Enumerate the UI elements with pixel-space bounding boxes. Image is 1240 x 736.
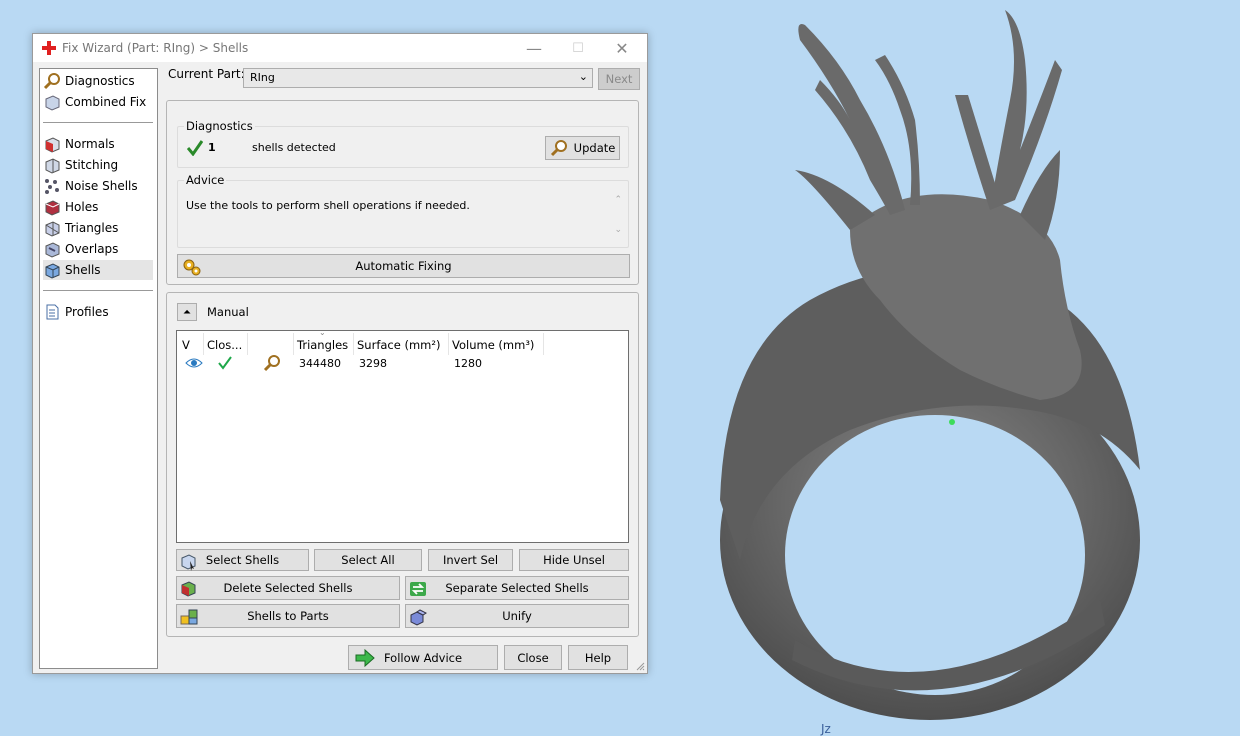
update-button[interactable]: Update [545, 136, 620, 160]
triangles-cell: 344480 [299, 357, 341, 370]
diagnostics-title: Diagnostics [184, 119, 255, 133]
sidebar-item-diagnostics[interactable]: Diagnostics [43, 71, 153, 91]
overlaps-icon [45, 242, 60, 258]
select-shells-icon [181, 554, 196, 571]
double-chevron-up-icon: ⏶ [183, 306, 191, 318]
shell-count: 1 [208, 141, 216, 154]
stitching-icon [45, 158, 60, 174]
fix-wizard-dialog: Fix Wizard (Part: RIng) > Shells — ☐ ✕ D… [32, 33, 648, 674]
check-icon [187, 140, 203, 156]
sidebar-item-stitching[interactable]: Stitching [43, 155, 153, 175]
wizard-sidebar: Diagnostics Combined Fix Normals Stitchi… [39, 68, 158, 669]
separate-shells-icon [410, 582, 426, 596]
advice-text: Use the tools to perform shell operation… [186, 199, 470, 212]
manual-title: Manual [207, 305, 249, 319]
volume-cell: 1280 [454, 357, 482, 370]
resize-grip-icon[interactable] [635, 661, 645, 671]
magnifier-icon [43, 73, 60, 90]
select-shells-button[interactable]: Select Shells [176, 549, 309, 571]
normals-icon [45, 137, 60, 153]
shells-to-parts-icon [180, 609, 198, 625]
profiles-icon [46, 304, 59, 320]
sidebar-item-normals[interactable]: Normals [43, 134, 153, 154]
sidebar-divider [43, 122, 153, 123]
separate-selected-shells-button[interactable]: Separate Selected Shells [405, 576, 629, 600]
surface-cell: 3298 [359, 357, 387, 370]
follow-advice-button[interactable]: Follow Advice [348, 645, 498, 670]
shells-to-parts-button[interactable]: Shells to Parts [176, 604, 400, 628]
invert-sel-button[interactable]: Invert Sel [428, 549, 513, 571]
column-header-visible[interactable]: V [179, 333, 204, 355]
triangles-icon [45, 221, 60, 237]
noise-shells-icon [45, 179, 59, 194]
sidebar-item-combined-fix[interactable]: Combined Fix [43, 92, 153, 112]
red-cross-icon [42, 41, 56, 55]
sidebar-item-shells[interactable]: Shells [43, 260, 153, 280]
shells-detected-text: shells detected [252, 141, 336, 154]
unify-button[interactable]: Unify [405, 604, 629, 628]
magnifier-icon[interactable] [263, 354, 281, 372]
diagnostics-panel: Diagnostics 1 shells detected Update Adv… [166, 100, 639, 285]
sort-indicator-icon: ⌄ [319, 328, 326, 337]
gears-icon [183, 259, 201, 276]
select-all-button[interactable]: Select All [314, 549, 422, 571]
chevron-down-icon: ⌄ [578, 70, 588, 83]
scroll-up-icon[interactable]: ⌃ [614, 195, 622, 205]
close-window-button[interactable]: ✕ [599, 34, 645, 62]
advice-group: Advice Use the tools to perform shell op… [177, 173, 629, 248]
sidebar-item-noise-shells[interactable]: Noise Shells [43, 176, 153, 196]
current-part-value: RIng [250, 71, 275, 84]
green-arrow-icon [355, 649, 375, 667]
minimize-button[interactable]: — [511, 34, 557, 62]
column-header-closed[interactable]: Clos... [204, 333, 248, 355]
shells-table[interactable]: V Clos... Triangles ⌄ Surface (mm²) Volu… [176, 328, 629, 543]
close-button[interactable]: Close [504, 645, 562, 670]
sidebar-item-overlaps[interactable]: Overlaps [43, 239, 153, 259]
table-row[interactable]: 344480 3298 1280 [179, 353, 628, 373]
unify-icon [410, 609, 427, 626]
delete-shell-icon [181, 581, 196, 597]
column-header-zoom[interactable] [248, 333, 294, 355]
help-button[interactable]: Help [568, 645, 628, 670]
column-header-volume[interactable]: Volume (mm³) [449, 333, 544, 355]
scroll-down-icon[interactable]: ⌄ [614, 225, 622, 235]
sidebar-item-triangles[interactable]: Triangles [43, 218, 153, 238]
current-part-label: Current Part: [168, 67, 245, 81]
automatic-fixing-button[interactable]: Automatic Fixing [177, 254, 630, 278]
collapse-manual-button[interactable]: ⏶ [177, 303, 197, 321]
title-bar[interactable]: Fix Wizard (Part: RIng) > Shells — ☐ ✕ [33, 34, 647, 62]
axis-label: Jz [821, 722, 831, 736]
holes-icon [45, 200, 60, 216]
sidebar-item-holes[interactable]: Holes [43, 197, 153, 217]
delete-selected-shells-button[interactable]: Delete Selected Shells [176, 576, 400, 600]
window-title: Fix Wizard (Part: RIng) > Shells [62, 41, 249, 55]
combined-fix-icon [45, 95, 60, 111]
diagnostics-group: Diagnostics 1 shells detected Update [177, 119, 629, 168]
magnifier-icon [550, 140, 567, 157]
advice-title: Advice [184, 173, 227, 187]
hide-unsel-button[interactable]: Hide Unsel [519, 549, 629, 571]
next-button[interactable]: Next [598, 68, 640, 90]
sidebar-item-profiles[interactable]: Profiles [43, 302, 153, 322]
eye-icon[interactable] [185, 357, 203, 369]
column-header-surface[interactable]: Surface (mm²) [354, 333, 449, 355]
current-part-select[interactable]: RIng ⌄ [243, 68, 593, 88]
shells-icon [45, 263, 60, 279]
maximize-button[interactable]: ☐ [555, 34, 601, 62]
sidebar-divider [43, 290, 153, 291]
deer-ring-model[interactable] [700, 0, 1170, 736]
check-icon [218, 356, 232, 370]
